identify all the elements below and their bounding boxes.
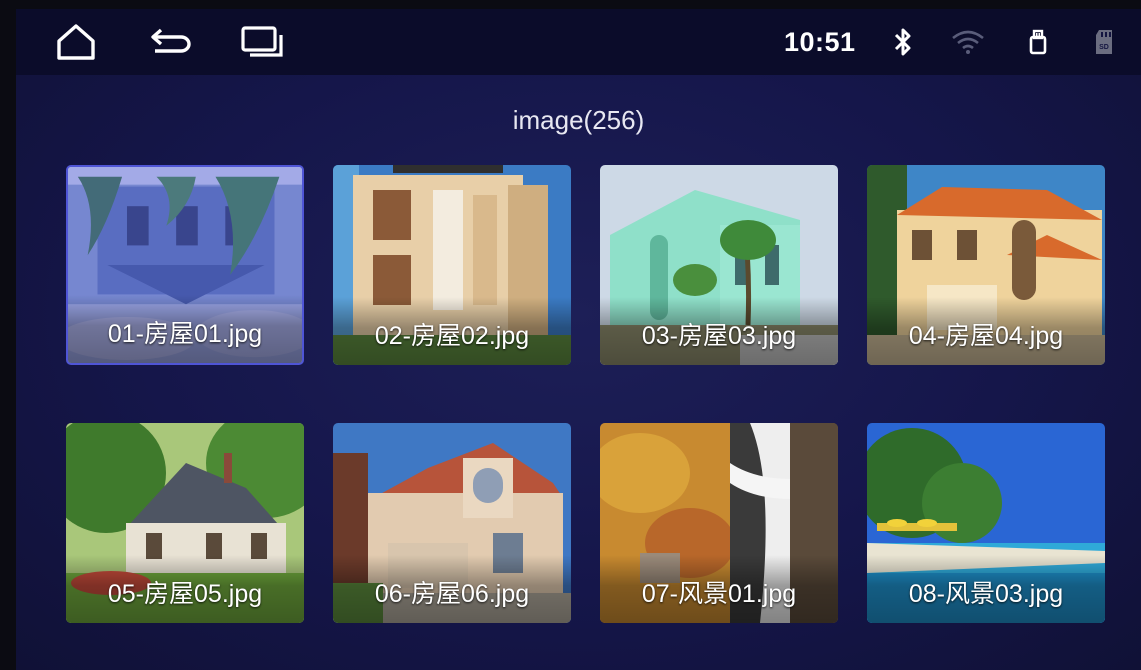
thumbnail-caption: 05-房屋05.jpg (66, 555, 304, 623)
usb-storage-icon (1021, 25, 1055, 59)
thumbnail-caption: 02-房屋02.jpg (333, 297, 571, 365)
thumbnail-caption: 07-风景01.jpg (600, 555, 838, 623)
gallery-thumbnail-8[interactable]: 08-风景03.jpg (867, 423, 1105, 623)
thumbnail-caption: 01-房屋01.jpg (68, 295, 302, 363)
folder-title: image(256) (512, 105, 645, 135)
gallery-thumbnail-4[interactable]: 04-房屋04.jpg (867, 165, 1105, 365)
thumbnail-caption: 08-风景03.jpg (867, 555, 1105, 623)
recent-apps-icon[interactable] (240, 22, 284, 62)
thumbnail-caption: 06-房屋06.jpg (333, 555, 571, 623)
gallery-content: image(256) 01-房屋01.jpg 02-房屋02.jpg 03-房屋… (16, 75, 1141, 670)
thumbnail-caption: 03-房屋03.jpg (600, 297, 838, 365)
svg-text:SD: SD (1099, 44, 1109, 51)
thumbnail-caption: 04-房屋04.jpg (867, 297, 1105, 365)
sd-card-icon: SD (1087, 25, 1121, 59)
gallery-thumbnail-7[interactable]: 07-风景01.jpg (600, 423, 838, 623)
back-arrow-icon[interactable] (149, 22, 193, 62)
gallery-thumbnail-3[interactable]: 03-房屋03.jpg (600, 165, 838, 365)
gallery-screen: 10:51 SD image(256) 01-房屋01.jpg 02-房屋02.… (16, 9, 1141, 670)
status-bar: 10:51 SD (16, 9, 1141, 75)
bluetooth-icon (886, 25, 920, 59)
gallery-thumbnail-6[interactable]: 06-房屋06.jpg (333, 423, 571, 623)
gallery-thumbnail-1[interactable]: 01-房屋01.jpg (66, 165, 304, 365)
gallery-thumbnail-2[interactable]: 02-房屋02.jpg (333, 165, 571, 365)
gallery-thumbnail-5[interactable]: 05-房屋05.jpg (66, 423, 304, 623)
wifi-icon (951, 25, 985, 59)
home-icon[interactable] (54, 22, 98, 62)
clock: 10:51 (784, 27, 856, 57)
